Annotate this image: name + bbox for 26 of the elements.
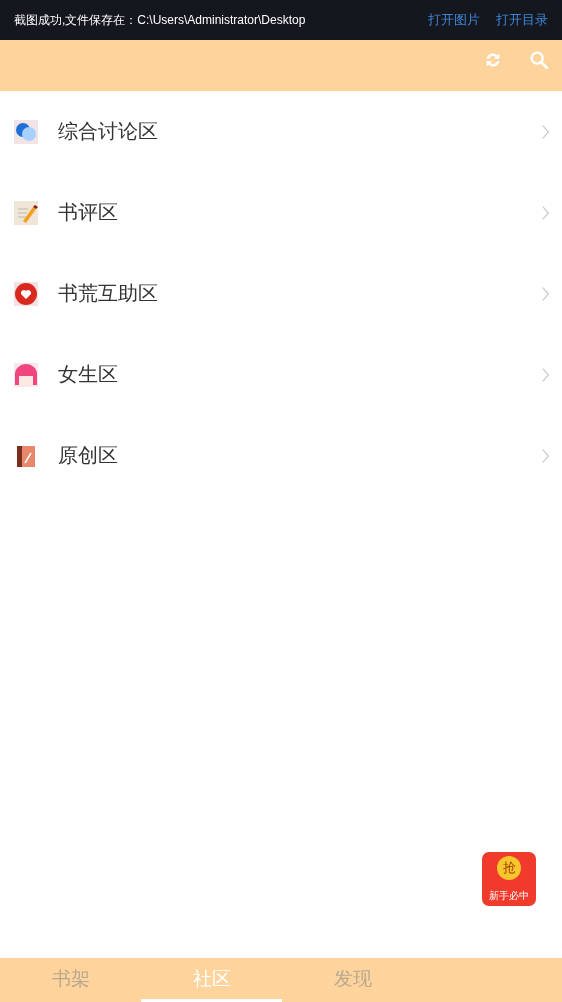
toast-link[interactable]: 打开目录 [496, 11, 548, 29]
forum-name: 女生区 [58, 361, 119, 388]
forum-item[interactable]: 书评区 [0, 172, 562, 253]
coin-badge: 抢 [497, 856, 521, 880]
forum-item[interactable]: 综合讨论区 [0, 91, 562, 172]
forum-item[interactable]: 原创区 [0, 415, 562, 496]
forum-name: 书评区 [58, 199, 119, 226]
chat-bubbles-icon [14, 119, 38, 144]
toast-link[interactable]: 打开图片 [428, 11, 480, 29]
toast-message: 截图成功,文件保存在：C:\Users\Administrator\Desktop [14, 11, 307, 29]
forum-item[interactable]: 女生区 [0, 334, 562, 415]
pencil-note-icon [14, 200, 38, 225]
forum-name: 原创区 [58, 442, 119, 469]
gift-envelope-button[interactable]: 抢 新手必中 [482, 852, 536, 906]
forum-name: 书荒互助区 [58, 280, 159, 307]
promo-caption: 新手必中 [489, 889, 529, 903]
chevron-right-icon [542, 285, 550, 302]
forum-item[interactable]: 书荒互助区 [0, 253, 562, 334]
heart-icon [14, 281, 38, 306]
forum-name: 综合讨论区 [58, 118, 159, 145]
chevron-right-icon [542, 447, 550, 464]
chevron-right-icon [542, 204, 550, 221]
chevron-right-icon [542, 123, 550, 140]
book-icon [14, 443, 38, 468]
girl-face-icon [14, 362, 38, 387]
chevron-right-icon [542, 366, 550, 383]
